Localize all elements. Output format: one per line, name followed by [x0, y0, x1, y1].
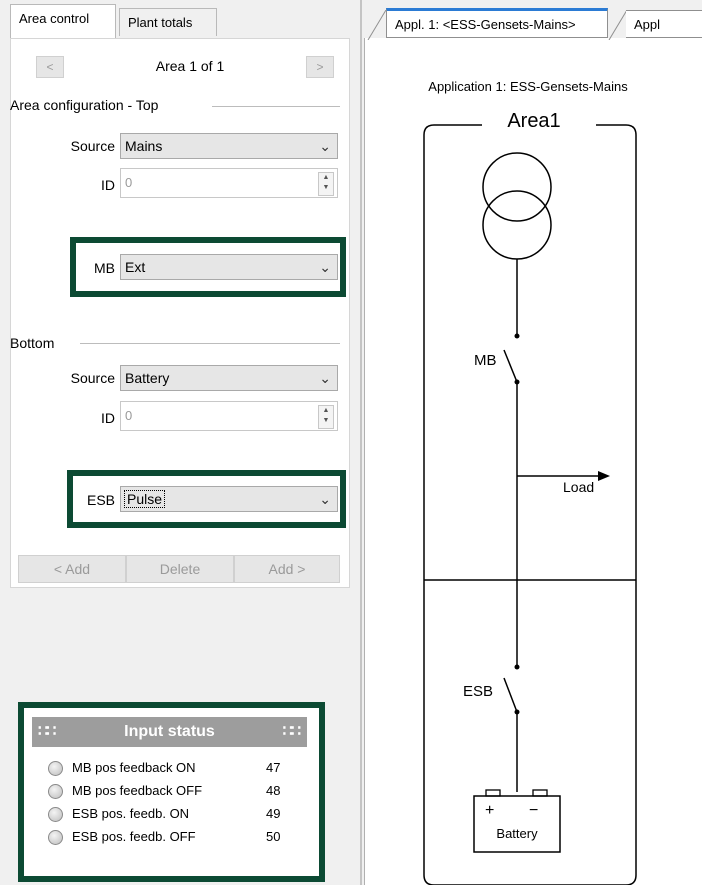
battery-label: Battery [496, 826, 538, 841]
top-id-value: 0 [125, 175, 133, 190]
status-row: MB pos feedback ON 47 [48, 757, 308, 779]
mb-select[interactable]: Ext ⌄ [120, 254, 338, 280]
left-tab-strip: Area control Plant totals [0, 0, 360, 40]
status-row-number: 50 [266, 829, 281, 844]
diagram-esb-label: ESB [463, 683, 494, 700]
status-row: ESB pos. feedb. ON 49 [48, 803, 308, 825]
esb-label: ESB [86, 492, 115, 508]
add-right-button[interactable]: Add > [234, 555, 340, 583]
bottom-id-label: ID [101, 410, 115, 426]
right-tab-strip: Appl. 1: <ESS-Gensets-Mains> Appl [364, 0, 702, 40]
top-group-title: Area configuration - Top [10, 97, 159, 113]
chevron-down-icon: ⌄ [319, 491, 331, 507]
status-row-label: ESB pos. feedb. ON [72, 806, 190, 821]
mb-label: MB [94, 260, 115, 276]
load-label: Load [563, 479, 595, 495]
status-led-icon [48, 784, 63, 799]
transformer-icon [482, 152, 552, 222]
status-row-number: 48 [266, 783, 281, 798]
tab-slant-icon [367, 10, 387, 40]
top-id-spinner[interactable]: 0 ▲ ▼ [120, 168, 338, 198]
tab-area-control[interactable]: Area control [10, 4, 116, 38]
tab-plant-totals[interactable]: Plant totals [119, 8, 217, 36]
bottom-source-label: Source [70, 370, 115, 386]
bottom-id-spinner[interactable]: 0 ▲ ▼ [120, 401, 338, 431]
tab-appl-1[interactable]: Appl. 1: <ESS-Gensets-Mains> [386, 8, 608, 38]
status-row-label: ESB pos. feedb. OFF [72, 829, 196, 844]
spin-arrows-icon[interactable]: ▲ ▼ [318, 405, 334, 429]
status-row: ESB pos. feedb. OFF 50 [48, 826, 308, 848]
add-left-button[interactable]: < Add [18, 555, 126, 583]
bottom-source-select[interactable]: Battery ⌄ [120, 365, 338, 391]
status-led-icon [48, 830, 63, 845]
spin-arrows-icon[interactable]: ▲ ▼ [318, 172, 334, 196]
bottom-group-title: Bottom [10, 335, 55, 351]
pane-divider[interactable] [360, 0, 362, 885]
top-source-label: Source [70, 138, 115, 154]
input-status-header: ∷∷ Input status ∷∷ [32, 717, 307, 747]
status-row: MB pos feedback OFF 48 [48, 780, 308, 802]
status-row-number: 47 [266, 760, 281, 775]
top-id-label: ID [101, 177, 115, 193]
area-name-label: Area1 [482, 110, 586, 133]
top-source-select[interactable]: Mains ⌄ [120, 133, 338, 159]
mb-value: Ext [125, 259, 146, 275]
status-led-icon [48, 807, 63, 822]
tab-appl-2[interactable]: Appl [626, 10, 702, 38]
grid-icon: ∷∷ [282, 723, 301, 740]
next-area-button[interactable]: > [306, 56, 334, 78]
grid-icon: ∷∷ [38, 723, 56, 740]
chevron-down-icon: ⌄ [319, 370, 331, 386]
bottom-source-value: Battery [125, 370, 170, 386]
status-row-label: MB pos feedback ON [72, 760, 196, 775]
status-row-label: MB pos feedback OFF [72, 783, 203, 798]
chevron-down-icon: ⌄ [319, 259, 331, 275]
status-row-number: 49 [266, 806, 281, 821]
status-led-icon [48, 761, 63, 776]
esb-value: Pulse [123, 490, 166, 508]
single-line-diagram [423, 124, 637, 885]
esb-select[interactable]: Pulse ⌄ [120, 486, 338, 512]
diagram-mb-label: MB [474, 352, 497, 369]
bottom-group-divider [80, 343, 340, 344]
area-counter: Area 1 of 1 [155, 58, 225, 74]
input-status-title: Input status [124, 723, 215, 740]
delete-area-button[interactable]: Delete [126, 555, 234, 583]
bottom-id-value: 0 [125, 408, 133, 423]
chevron-down-icon: ⌄ [319, 138, 331, 154]
esb-switch-icon [503, 677, 518, 713]
mb-switch-icon [503, 349, 518, 383]
top-source-value: Mains [125, 138, 163, 154]
top-group-divider [212, 106, 340, 107]
prev-area-button[interactable]: < [36, 56, 64, 78]
application-title: Application 1: ESS-Gensets-Mains [428, 79, 628, 94]
battery-plus: + [485, 802, 495, 819]
battery-minus: − [529, 802, 539, 819]
area-frame [423, 124, 637, 885]
